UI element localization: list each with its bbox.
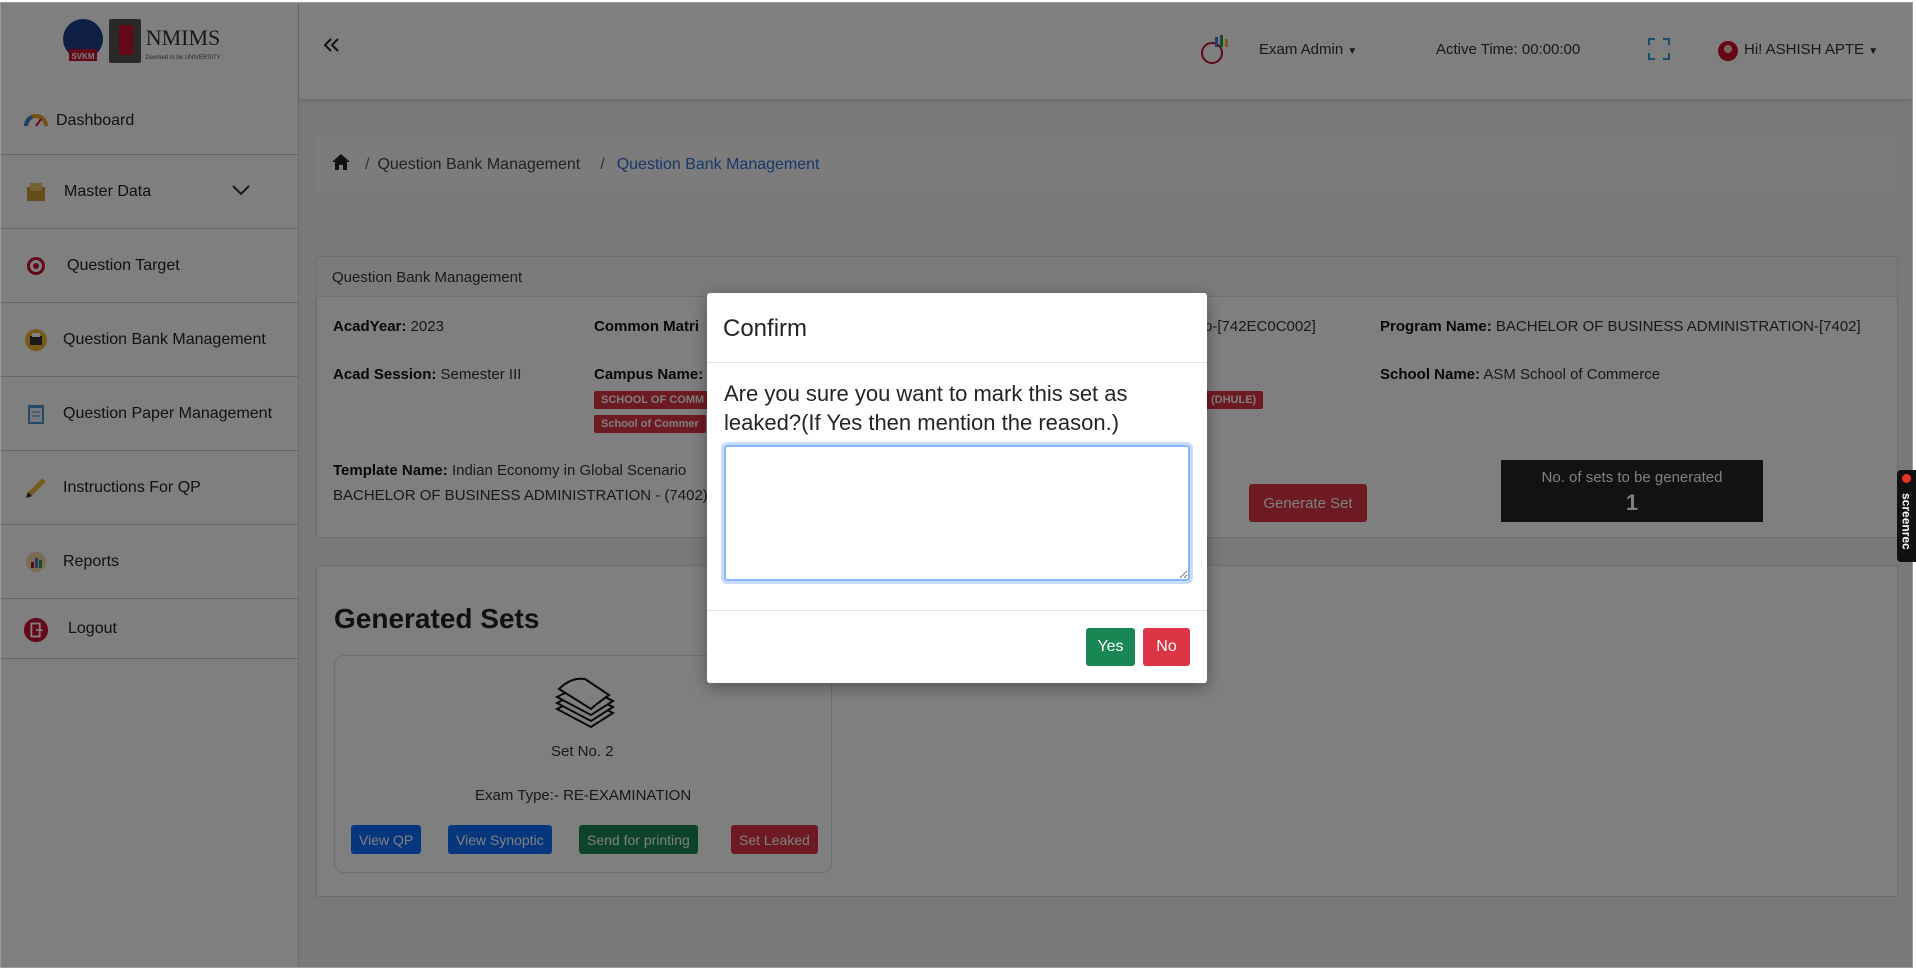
dialog-footer: Yes No xyxy=(707,610,1207,683)
record-dot-icon xyxy=(1902,474,1911,483)
confirm-dialog: Confirm Are you sure you want to mark th… xyxy=(707,293,1207,683)
screenrec-label: screenrec xyxy=(1899,492,1914,550)
screenrec-tab[interactable]: screenrec xyxy=(1897,470,1916,562)
no-button[interactable]: No xyxy=(1143,628,1190,666)
app-window: SVKM NMIMS Deemed to be UNIVERSITY Dashb… xyxy=(0,2,1913,968)
dialog-title: Confirm xyxy=(707,293,1207,363)
yes-button[interactable]: Yes xyxy=(1086,628,1135,666)
dialog-question: Are you sure you want to mark this set a… xyxy=(724,381,1128,435)
leak-reason-textarea[interactable] xyxy=(721,442,1193,584)
